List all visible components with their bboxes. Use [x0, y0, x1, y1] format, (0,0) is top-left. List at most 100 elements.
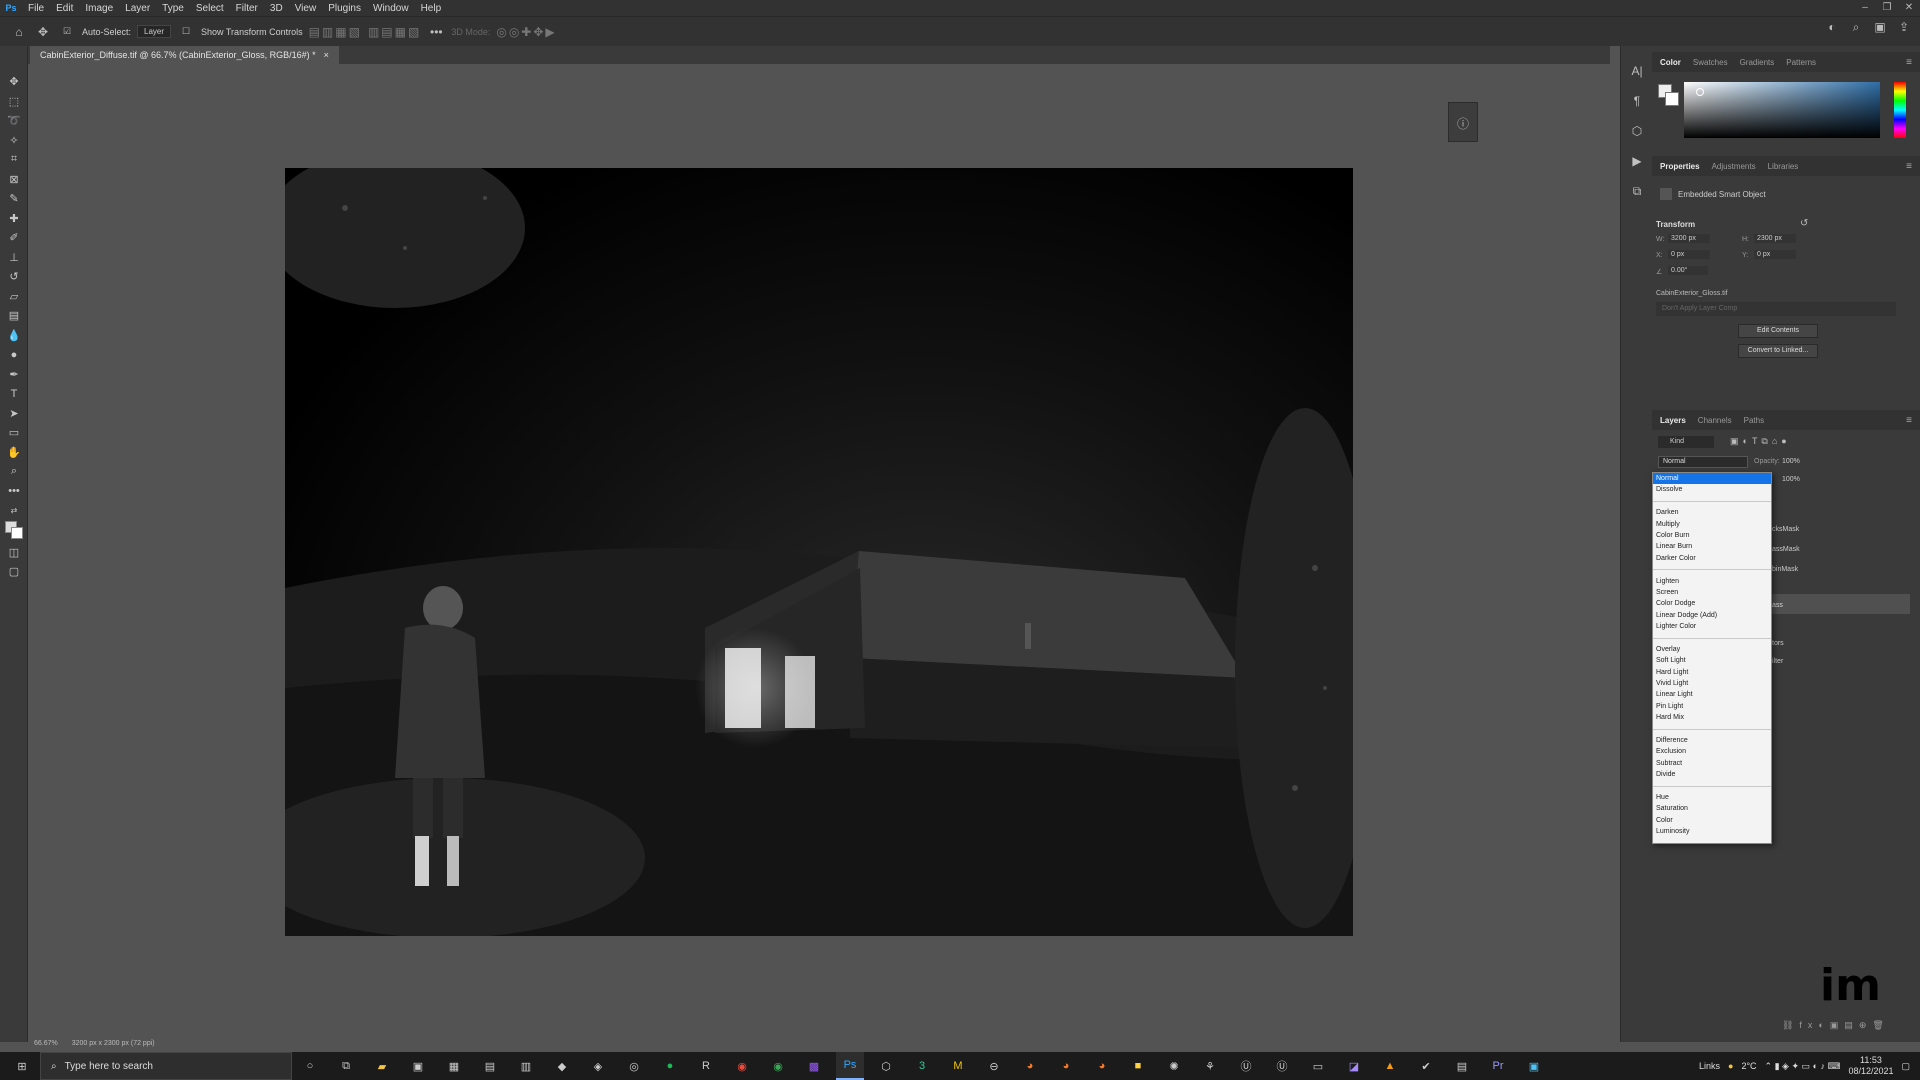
menu-help[interactable]: Help	[415, 3, 448, 14]
blend-mode-option[interactable]: Lighter Color	[1653, 621, 1771, 632]
notifications-icon[interactable]: ▢	[1901, 1061, 1910, 1072]
swap-colors-icon[interactable]: ⇄	[0, 501, 28, 521]
tab-adjustments[interactable]: Adjustments	[1712, 162, 1756, 171]
file-explorer-icon[interactable]: ▰	[368, 1052, 396, 1080]
tab-layers[interactable]: Layers	[1660, 416, 1686, 425]
menu-edit[interactable]: Edit	[50, 3, 79, 14]
paragraph-panel-icon[interactable]: ¶	[1621, 86, 1653, 116]
pen-tool-icon[interactable]: ✒	[0, 365, 28, 385]
document-size[interactable]: 3200 px x 2300 px (72 ppi)	[72, 1040, 155, 1047]
path-selection-tool-icon[interactable]: ➤	[0, 404, 28, 424]
edit-toolbar-icon[interactable]: •••	[0, 482, 28, 502]
blend-mode-option[interactable]: Difference	[1653, 735, 1771, 746]
layer-comp-select[interactable]: Don't Apply Layer Comp	[1656, 302, 1896, 316]
blend-mode-option[interactable]: Divide	[1653, 769, 1771, 780]
dodge-tool-icon[interactable]: ●	[0, 345, 28, 365]
frame-tool-icon[interactable]: ⊠	[0, 170, 28, 190]
move-tool-icon[interactable]: ✥	[34, 23, 52, 41]
distribute-buttons-icon[interactable]: ▥▤▦▧	[368, 25, 421, 39]
tab-patterns[interactable]: Patterns	[1786, 58, 1816, 67]
y-field[interactable]: 0 px	[1754, 250, 1796, 259]
blend-mode-option[interactable]: Pin Light	[1653, 701, 1771, 712]
blend-mode-select[interactable]: Normal	[1658, 456, 1748, 468]
tab-gradients[interactable]: Gradients	[1740, 58, 1775, 67]
fill-value[interactable]: 100%	[1782, 476, 1800, 483]
align-buttons-icon[interactable]: ▤▥▦▧	[309, 25, 362, 39]
type-tool-icon[interactable]: T	[0, 384, 28, 404]
unreal-icon[interactable]: Ⓤ	[1268, 1052, 1296, 1080]
blend-mode-option[interactable]: Hard Light	[1653, 667, 1771, 678]
photoshop-logo-icon[interactable]: Ps	[0, 0, 22, 16]
app-icon[interactable]: ▤	[476, 1052, 504, 1080]
app-icon[interactable]: ⊖	[980, 1052, 1008, 1080]
more-options-icon[interactable]: •••	[427, 23, 445, 41]
tray-icons[interactable]: ⌃ ▮ ◈ ✦ ▭ ◐ ♪ ⌨	[1765, 1061, 1841, 1072]
app-icon[interactable]: ⬡	[872, 1052, 900, 1080]
tab-libraries[interactable]: Libraries	[1768, 162, 1799, 171]
app-icon[interactable]: ◈	[584, 1052, 612, 1080]
restore-icon[interactable]: ❐	[1876, 0, 1898, 16]
unreal-icon[interactable]: Ⓤ	[1232, 1052, 1260, 1080]
blend-mode-option[interactable]: Hard Mix	[1653, 712, 1771, 723]
history-brush-tool-icon[interactable]: ↺	[0, 267, 28, 287]
menu-plugins[interactable]: Plugins	[322, 3, 367, 14]
layer-name-partial[interactable]: ilter	[1772, 658, 1783, 665]
menu-view[interactable]: View	[289, 3, 323, 14]
blend-mode-option[interactable]: Darken	[1653, 507, 1771, 518]
show-transform-controls-label[interactable]: Show Transform Controls	[201, 27, 303, 37]
screen-mode-icon[interactable]: ▢	[0, 562, 28, 582]
document-canvas-image[interactable]	[285, 168, 1353, 936]
spotify-icon[interactable]: ●	[656, 1052, 684, 1080]
blend-mode-option[interactable]: Saturation	[1653, 803, 1771, 814]
panel-menu-icon[interactable]: ≡	[1906, 161, 1912, 172]
close-tab-icon[interactable]: ×	[324, 46, 329, 64]
blend-mode-option[interactable]: Multiply	[1653, 519, 1771, 530]
blend-mode-option[interactable]: Overlay	[1653, 644, 1771, 655]
tab-color[interactable]: Color	[1660, 58, 1681, 67]
reset-transform-icon[interactable]: ↺	[1800, 218, 1808, 229]
hue-slider[interactable]	[1894, 82, 1906, 138]
share-icon[interactable]: ⇪	[1896, 20, 1912, 36]
blend-mode-option[interactable]: Color	[1653, 815, 1771, 826]
menu-layer[interactable]: Layer	[119, 3, 156, 14]
auto-select-dropdown[interactable]: Layer	[137, 25, 172, 38]
blender-icon[interactable]: ◕	[1016, 1052, 1044, 1080]
quick-mask-icon[interactable]: ◫	[0, 543, 28, 563]
height-field[interactable]: 2300 px	[1754, 234, 1796, 243]
blend-mode-option[interactable]: Linear Dodge (Add)	[1653, 610, 1771, 621]
premiere-icon[interactable]: Pr	[1484, 1052, 1512, 1080]
app-icon[interactable]: 3	[908, 1052, 936, 1080]
menu-filter[interactable]: Filter	[230, 3, 264, 14]
blend-mode-option[interactable]: Screen	[1653, 587, 1771, 598]
cortana-icon[interactable]: ○	[296, 1052, 324, 1080]
search-icon[interactable]: ⌕	[1848, 20, 1864, 36]
tab-swatches[interactable]: Swatches	[1693, 58, 1728, 67]
crop-tool-icon[interactable]: ⌗	[0, 150, 28, 170]
edit-contents-button[interactable]: Edit Contents	[1738, 324, 1818, 338]
workspace-icon[interactable]: ▣	[1872, 20, 1888, 36]
blend-mode-option[interactable]: Luminosity	[1653, 826, 1771, 837]
panel-menu-icon[interactable]: ≡	[1906, 57, 1912, 68]
app-icon[interactable]: ▣	[404, 1052, 432, 1080]
chrome-icon[interactable]: ◉	[764, 1052, 792, 1080]
temperature[interactable]: 2°C	[1741, 1061, 1756, 1071]
sticky-notes-icon[interactable]: ■	[1124, 1052, 1152, 1080]
menu-select[interactable]: Select	[190, 3, 230, 14]
app-icon[interactable]: ▣	[1520, 1052, 1548, 1080]
photoshop-taskbar-icon[interactable]: Ps	[836, 1052, 864, 1080]
windows-start-icon[interactable]: ⊞	[8, 1052, 36, 1080]
character-panel-icon[interactable]: A|	[1621, 56, 1653, 86]
magic-wand-tool-icon[interactable]: ✧	[0, 131, 28, 151]
menu-window[interactable]: Window	[367, 3, 415, 14]
tab-channels[interactable]: Channels	[1698, 416, 1732, 425]
info-hud-panel[interactable]: ⓘ	[1448, 102, 1478, 142]
app-icon[interactable]: ⚘	[1196, 1052, 1224, 1080]
x-field[interactable]: 0 px	[1668, 250, 1710, 259]
menu-type[interactable]: Type	[156, 3, 190, 14]
3d-mode-icons[interactable]: ◎◎✚✥▶	[496, 25, 556, 39]
history-panel-icon[interactable]: ⧉	[1621, 176, 1653, 206]
minimize-icon[interactable]: –	[1854, 0, 1876, 16]
move-tool-icon[interactable]: ✥	[0, 72, 28, 92]
layer-filter-icons[interactable]: ▣◐T⧉⌂●	[1730, 436, 1791, 447]
blend-mode-option[interactable]: Linear Light	[1653, 689, 1771, 700]
